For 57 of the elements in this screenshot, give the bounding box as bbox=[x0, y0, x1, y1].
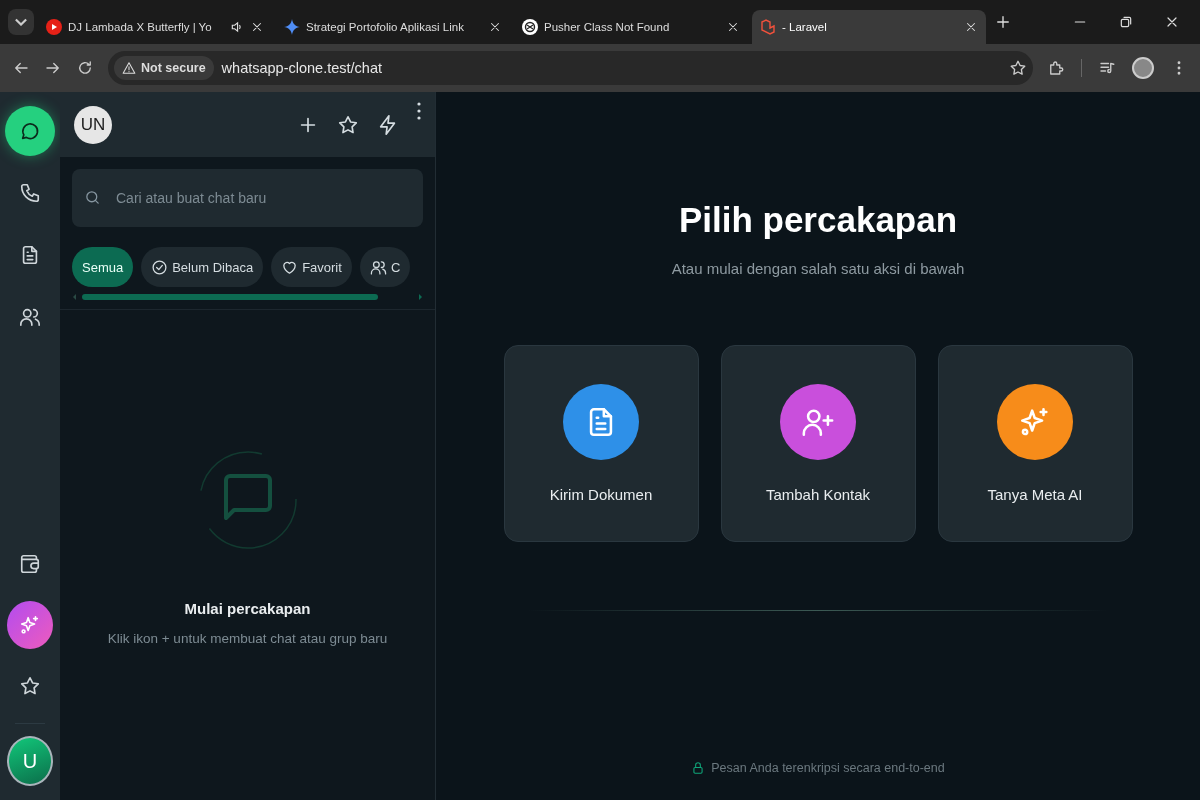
speaker-icon[interactable] bbox=[230, 20, 244, 34]
filter-chip[interactable]: Favorit bbox=[271, 247, 352, 287]
sparkle-icon bbox=[19, 614, 41, 636]
close-icon[interactable] bbox=[250, 20, 264, 34]
ai-button[interactable] bbox=[7, 601, 53, 649]
empty-state-title: Mulai percakapan bbox=[184, 600, 311, 617]
close-icon[interactable] bbox=[964, 20, 978, 34]
cube-icon bbox=[760, 19, 776, 35]
puzzle-icon[interactable] bbox=[1047, 59, 1065, 77]
encryption-note: Pesan Anda terenkripsi secara end-to-end bbox=[711, 761, 945, 775]
sparkle-icon bbox=[284, 19, 300, 35]
url-text: whatsapp-clone.test/chat bbox=[221, 60, 383, 76]
more-icon bbox=[417, 102, 421, 120]
browser-tab[interactable]: DJ Lambada X Butterfly | Yo bbox=[38, 10, 272, 44]
wallet-icon bbox=[19, 553, 41, 575]
reload-icon[interactable] bbox=[76, 59, 94, 77]
welcome-title: Pilih percakapan bbox=[678, 200, 958, 240]
user-avatar[interactable]: UN bbox=[74, 105, 112, 144]
starred-button[interactable] bbox=[337, 113, 359, 136]
security-chip[interactable]: Not secure bbox=[114, 56, 214, 80]
user-avatar[interactable]: U bbox=[7, 736, 53, 786]
action-card[interactable]: Tanya Meta AI bbox=[937, 345, 1133, 542]
action-card[interactable]: Tambah Kontak bbox=[720, 345, 916, 542]
bookmark-star-icon[interactable] bbox=[1009, 59, 1027, 77]
people-icon bbox=[369, 258, 387, 276]
play-icon bbox=[46, 19, 62, 35]
profile-avatar[interactable] bbox=[1132, 57, 1154, 79]
close-icon[interactable] bbox=[488, 20, 502, 34]
chevron-down-icon bbox=[15, 18, 27, 26]
browser-tab[interactable]: - Laravel bbox=[752, 10, 986, 44]
welcome-subtitle: Atau mulai dengan salah satu aksi di bawah bbox=[671, 260, 965, 277]
knot-icon bbox=[522, 19, 538, 35]
scrollbar[interactable] bbox=[72, 293, 423, 301]
menu-button[interactable] bbox=[417, 102, 421, 120]
search-field[interactable]: Cari atau buat chat baru bbox=[72, 169, 423, 227]
restore-icon[interactable] bbox=[1118, 14, 1134, 30]
chats-button[interactable] bbox=[5, 106, 55, 156]
browser-tab[interactable]: Strategi Portofolio Aplikasi Link bbox=[276, 10, 510, 44]
new-tab-icon[interactable] bbox=[994, 13, 1012, 31]
people-icon bbox=[19, 306, 41, 328]
filter-chip[interactable]: Semua bbox=[72, 247, 134, 287]
action-card[interactable]: Kirim Dokumen bbox=[503, 345, 699, 542]
empty-state-hint: Klik ikon + untuk membuat chat atau grup baru bbox=[107, 631, 388, 646]
address-bar[interactable]: Not secure whatsapp-clone.test/chat bbox=[108, 51, 1033, 85]
browser-tab[interactable]: Pusher Class Not Found bbox=[514, 10, 748, 44]
lock-icon bbox=[691, 761, 706, 775]
filter-chip[interactable]: Belum Dibaca bbox=[141, 247, 264, 287]
phone-icon bbox=[19, 182, 41, 204]
chat-icon bbox=[19, 120, 41, 142]
tab-search-button[interactable] bbox=[8, 9, 34, 35]
search-icon bbox=[84, 189, 101, 206]
star-icon bbox=[337, 113, 359, 136]
close-icon[interactable] bbox=[726, 20, 740, 34]
check-circle-icon bbox=[151, 258, 169, 276]
filter-chip[interactable]: C bbox=[359, 247, 411, 287]
warning-icon bbox=[122, 61, 136, 75]
star-icon bbox=[19, 675, 41, 697]
